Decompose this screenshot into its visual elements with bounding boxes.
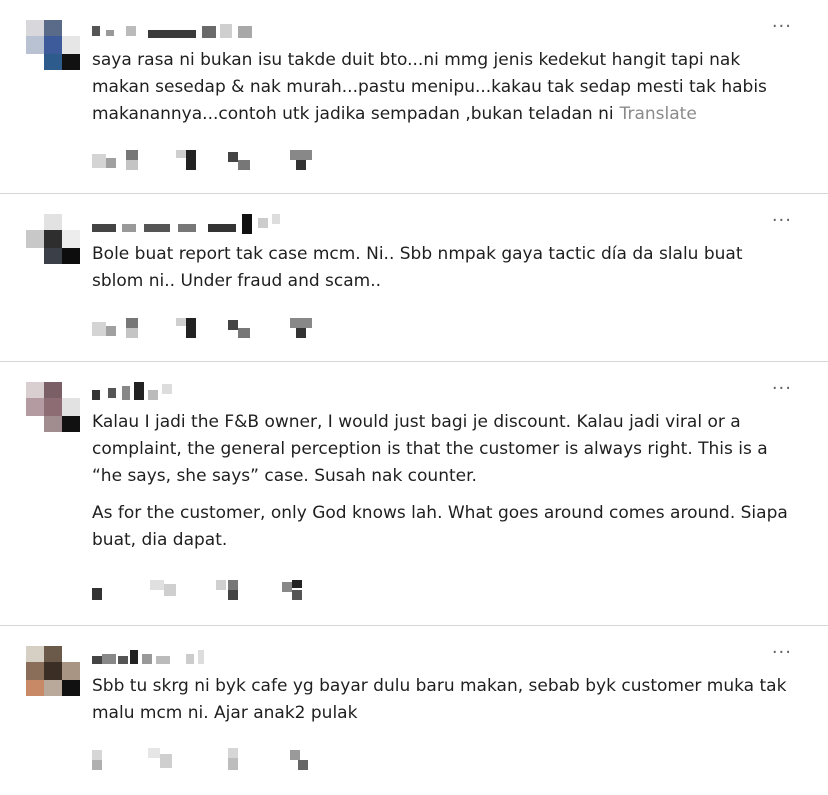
avatar[interactable] — [26, 646, 80, 696]
more-options-icon[interactable]: ··· — [772, 380, 792, 398]
comment-text: saya rasa ni bukan isu takde duit bto...… — [92, 47, 792, 138]
more-options-icon[interactable]: ··· — [772, 18, 792, 36]
comment-paragraph: As for the customer, only God knows lah.… — [92, 503, 788, 550]
avatar[interactable] — [26, 20, 80, 70]
author-name-redacted[interactable] — [92, 382, 272, 404]
author-name-redacted[interactable] — [92, 646, 272, 668]
comment-item: ··· Bole buat report tak case mcm. Ni.. … — [0, 194, 828, 362]
author-name-redacted[interactable] — [92, 214, 280, 236]
comment-text: Kalau I jadi the F&B owner, I would just… — [92, 409, 792, 564]
comment-text: Bole buat report tak case mcm. Ni.. Sbb … — [92, 241, 792, 305]
comment-paragraph: Kalau I jadi the F&B owner, I would just… — [92, 412, 768, 486]
comment-actions-redacted[interactable] — [92, 748, 332, 770]
comment-text: Sbb tu skrg ni byk cafe yg bayar dulu ba… — [92, 673, 792, 737]
avatar[interactable] — [26, 382, 80, 432]
more-options-icon[interactable]: ··· — [772, 644, 792, 662]
comment-actions-redacted[interactable] — [92, 580, 332, 602]
comment-item: ··· saya rasa ni bukan isu takde duit bt… — [0, 0, 828, 194]
translate-link[interactable]: Translate — [620, 104, 697, 124]
comment-paragraph: Bole buat report tak case mcm. Ni.. Sbb … — [92, 244, 743, 291]
comment-actions-redacted[interactable] — [92, 318, 332, 340]
comment-actions-redacted[interactable] — [92, 150, 332, 172]
comment-item: ··· Kalau I jadi the F&B owner, I would … — [0, 362, 828, 626]
avatar[interactable] — [26, 214, 80, 264]
author-name-redacted[interactable] — [92, 20, 272, 42]
comment-paragraph: Sbb tu skrg ni byk cafe yg bayar dulu ba… — [92, 676, 787, 723]
comment-item: ··· Sbb tu skrg ni byk cafe yg bayar dul… — [0, 626, 828, 795]
comment-feed: ··· saya rasa ni bukan isu takde duit bt… — [0, 0, 828, 795]
more-options-icon[interactable]: ··· — [772, 212, 792, 230]
